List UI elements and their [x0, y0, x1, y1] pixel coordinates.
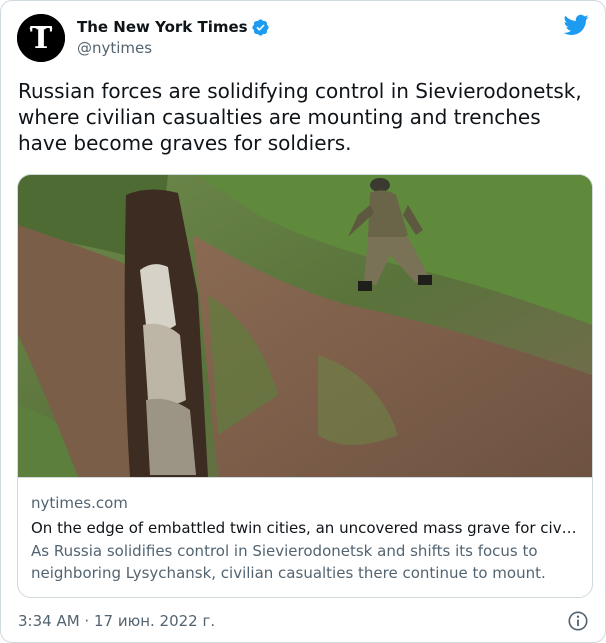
link-domain: nytimes.com	[31, 494, 128, 512]
article-photo[interactable]	[18, 175, 592, 477]
account-display-name-row[interactable]: The New York Times	[77, 17, 270, 37]
info-icon[interactable]	[567, 610, 589, 632]
nyt-logo-icon: T	[17, 14, 65, 62]
link-info[interactable]: nytimes.com On the edge of embattled twi…	[18, 477, 592, 597]
tweet-footer: 3:34 AM · 17 июн. 2022 г.	[18, 610, 589, 632]
tweet-header: T The New York Times @nytimes	[17, 14, 589, 62]
twitter-bird-icon[interactable]	[564, 14, 589, 36]
tweet-timestamp[interactable]: 3:34 AM · 17 июн. 2022 г.	[18, 612, 215, 630]
link-preview-card[interactable]: nytimes.com On the edge of embattled twi…	[17, 174, 593, 598]
tweet-embed-card: T The New York Times @nytimes Russian fo…	[0, 0, 606, 643]
avatar[interactable]: T	[17, 14, 65, 62]
verified-badge-icon	[251, 18, 269, 36]
account-display-name[interactable]: The New York Times	[77, 17, 248, 37]
link-description: As Russia solidifies control in Sieviero…	[31, 542, 546, 582]
account-handle[interactable]: @nytimes	[77, 38, 270, 58]
tweet-text: Russian forces are solidifying control i…	[18, 79, 582, 155]
link-title: On the edge of embattled twin cities, an…	[31, 519, 579, 537]
account-names: The New York Times @nytimes	[77, 17, 270, 58]
